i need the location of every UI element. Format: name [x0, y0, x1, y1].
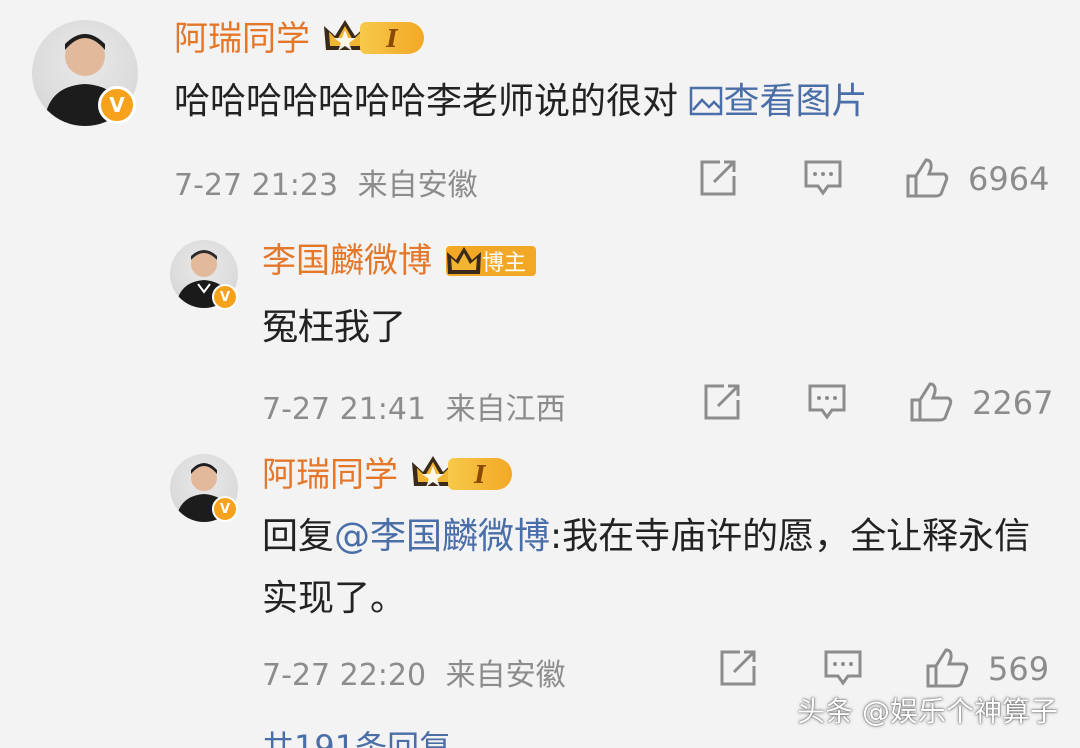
reply-time: 7-27 21:41: [262, 392, 427, 427]
like-count: 569: [988, 650, 1050, 688]
reply-username[interactable]: 李国麟微博: [262, 244, 432, 278]
crown-icon: [447, 247, 481, 274]
comment-source: 来自安徽: [357, 168, 478, 203]
like-icon[interactable]: [924, 646, 970, 690]
comment-icon[interactable]: [806, 382, 848, 422]
view-image-label: 查看图片: [723, 81, 868, 122]
reply-text: 冤枉我了: [262, 307, 407, 348]
reply-meta: 7-27 21:41 来自江西: [262, 384, 566, 428]
image-icon: [690, 86, 723, 116]
comment-time: 7-27 21:23: [174, 168, 339, 203]
author-badge-label: 博主: [482, 251, 527, 276]
mention-link[interactable]: @李国麟微博: [334, 516, 550, 557]
verified-badge-icon: V: [212, 496, 238, 522]
like-count: 6964: [968, 160, 1050, 198]
comment-thread: V 阿瑞同学 I 哈哈哈哈哈哈哈李老师说的很对 查看图片 7-27 21:23 …: [0, 0, 1080, 748]
like-count: 2267: [972, 384, 1054, 422]
reply-text: 回复@李国麟微博:我在寺庙许的愿，全让释永信实现了。: [262, 506, 1052, 630]
reply-prefix: 回复: [262, 516, 335, 557]
level-badge: I: [360, 22, 424, 54]
like-icon[interactable]: [908, 380, 954, 424]
repost-icon[interactable]: [718, 648, 760, 688]
reply-time: 7-27 22:20: [262, 658, 427, 693]
verified-badge-icon: V: [98, 86, 136, 124]
comment-icon[interactable]: [822, 648, 864, 688]
author-badge: 博主: [446, 246, 537, 276]
comment-meta: 7-27 21:23 来自安徽: [174, 160, 478, 204]
watermark: 头条 @娱乐个神算子: [797, 695, 1058, 728]
comment-text: 哈哈哈哈哈哈哈李老师说的很对 查看图片: [174, 80, 867, 123]
comment-icon[interactable]: [802, 158, 844, 198]
repost-icon[interactable]: [698, 158, 740, 198]
level-badge: I: [448, 458, 512, 490]
verified-badge-icon: V: [212, 284, 238, 310]
reply-username[interactable]: 阿瑞同学: [262, 458, 398, 492]
repost-icon[interactable]: [702, 382, 744, 422]
comment-body: 哈哈哈哈哈哈哈李老师说的很对: [174, 81, 679, 122]
more-replies-link[interactable]: 共191条回复: [262, 722, 451, 748]
reply-meta: 7-27 22:20 来自安徽: [262, 650, 566, 694]
reply-source: 来自安徽: [445, 658, 566, 693]
comment-username[interactable]: 阿瑞同学: [174, 22, 310, 56]
like-icon[interactable]: [904, 156, 950, 200]
reply-source: 来自江西: [445, 392, 566, 427]
view-image-link[interactable]: 查看图片: [689, 81, 867, 122]
